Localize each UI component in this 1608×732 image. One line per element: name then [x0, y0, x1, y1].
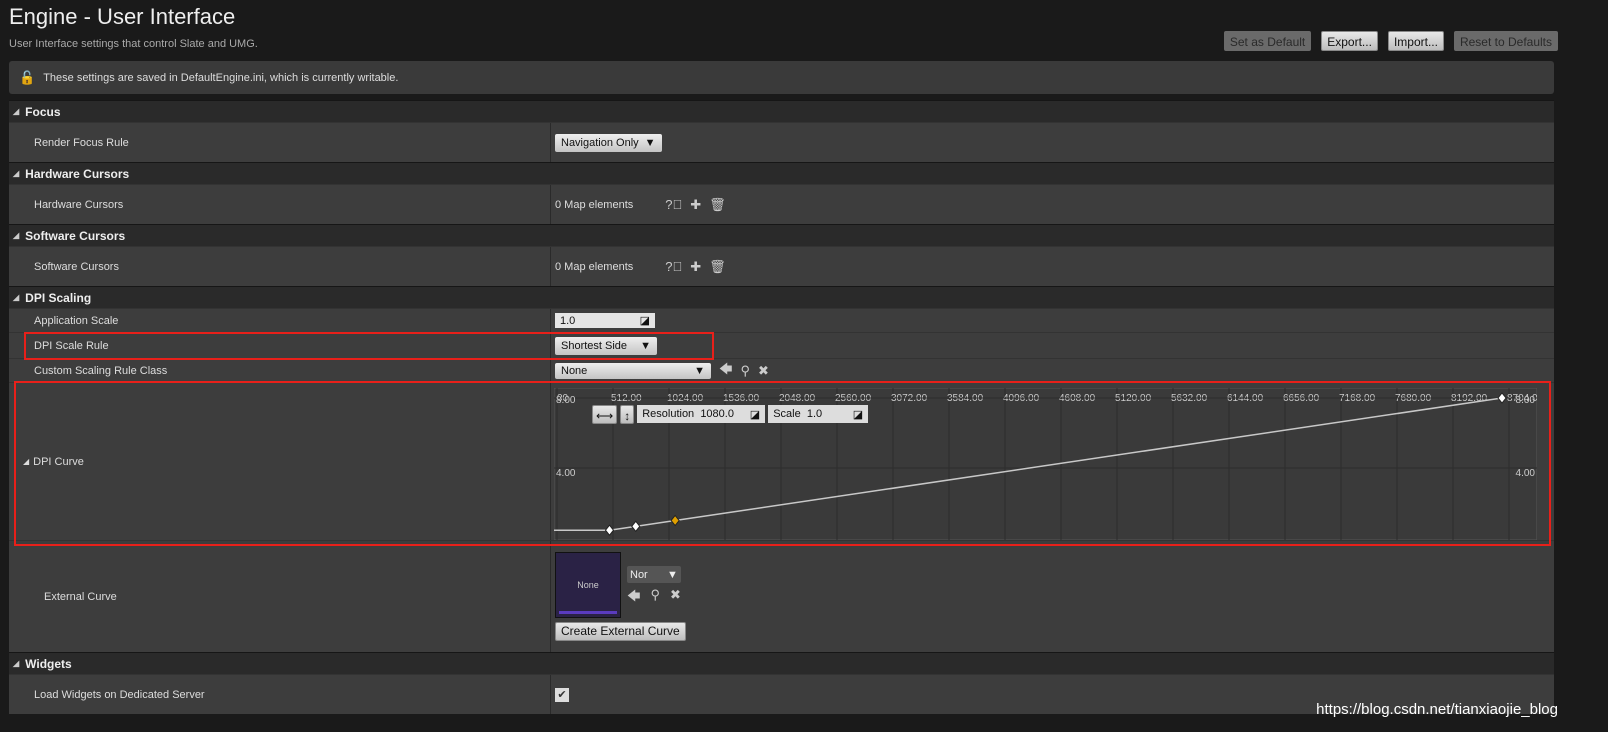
- render-focus-rule-dropdown[interactable]: Navigation Only ▼: [555, 133, 662, 152]
- label: Hardware Cursors: [9, 185, 551, 224]
- load-widgets-checkbox[interactable]: ✔: [555, 687, 569, 702]
- category-hardware-cursors[interactable]: ◢ Hardware Cursors: [9, 162, 1554, 184]
- fit-horizontal-icon[interactable]: ⟷: [592, 405, 618, 424]
- use-selected-arrow-icon[interactable]: 🡄: [719, 360, 732, 382]
- fit-vertical-icon[interactable]: ↕: [620, 405, 635, 424]
- thumbnail-text: None: [577, 580, 599, 590]
- dpi-curve-label-cell: ◢ DPI Curve: [9, 383, 551, 540]
- y-tick-label: 4.00: [556, 468, 576, 479]
- import-button[interactable]: Import...: [1387, 31, 1444, 51]
- y-tick-label-right: 8.00: [1516, 395, 1536, 406]
- value: Navigation Only: [561, 136, 639, 149]
- map-count: 0 Map elements: [555, 198, 634, 211]
- trash-icon[interactable]: 🗑: [709, 197, 726, 213]
- category-title: Widgets: [25, 656, 72, 671]
- help-icon[interactable]: ?⃝: [665, 259, 682, 274]
- scale-label: Scale: [773, 408, 801, 420]
- custom-rule-class-dropdown[interactable]: None ▼: [555, 362, 711, 379]
- key-resolution-input[interactable]: Resolution 1080.0 ◪: [637, 405, 766, 423]
- watermark: https://blog.csdn.net/tianxiaojie_blog: [1316, 701, 1558, 718]
- category-focus[interactable]: ◢ Focus: [9, 100, 1554, 122]
- label: DPI Curve: [33, 455, 84, 468]
- browse-icon[interactable]: ⚲: [740, 363, 750, 379]
- application-scale-input[interactable]: 1.0 ◪: [555, 313, 655, 328]
- label: Render Focus Rule: [9, 123, 551, 162]
- drag-icon: ◪: [852, 408, 864, 421]
- label: DPI Scale Rule: [9, 333, 551, 358]
- category-title: Focus: [25, 104, 61, 119]
- value: 1.0: [560, 314, 576, 327]
- reset-to-defaults-button[interactable]: Reset to Defaults: [1453, 31, 1558, 51]
- external-curve-thumbnail[interactable]: None: [555, 552, 621, 618]
- clear-icon[interactable]: ✖: [758, 363, 769, 379]
- value: None: [561, 364, 588, 377]
- resolution-value: 1080.0: [700, 408, 734, 420]
- category-title: Hardware Cursors: [25, 166, 130, 181]
- collapse-icon: ◢: [13, 231, 20, 240]
- add-icon[interactable]: ✚: [690, 197, 701, 213]
- resolution-label: Resolution: [642, 408, 695, 420]
- category-title: DPI Scaling: [25, 290, 92, 305]
- chevron-down-icon: ▼: [644, 136, 656, 149]
- dpi-scale-rule-dropdown[interactable]: Shortest Side ▼: [555, 336, 657, 355]
- collapse-icon: ◢: [13, 169, 20, 178]
- category-widgets[interactable]: ◢ Widgets: [9, 652, 1554, 674]
- use-selected-arrow-icon[interactable]: 🡄: [627, 587, 640, 609]
- label: Application Scale: [9, 309, 551, 332]
- notice-text: These settings are saved in DefaultEngin…: [43, 71, 399, 84]
- curve-toolbar: ⟷ ↕ Resolution 1080.0 ◪ Scale 1.0 ◪: [592, 405, 869, 424]
- collapse-icon: ◢: [13, 293, 20, 302]
- external-curve-dropdown[interactable]: Nor ▼: [627, 566, 681, 583]
- label: Load Widgets on Dedicated Server: [9, 675, 551, 714]
- create-external-curve-button[interactable]: Create External Curve: [555, 622, 686, 641]
- chevron-down-icon: ▼: [666, 568, 678, 581]
- collapse-icon: ◢: [13, 107, 20, 116]
- page-title: Engine - User Interface: [9, 4, 236, 29]
- value: Nor: [630, 568, 648, 581]
- key-scale-input[interactable]: Scale 1.0 ◪: [768, 405, 869, 423]
- scale-value: 1.0: [806, 408, 823, 420]
- chevron-down-icon: ▼: [694, 364, 705, 377]
- config-notice: 🔓 These settings are saved in DefaultEng…: [9, 61, 1554, 94]
- unlock-icon: 🔓: [19, 69, 36, 85]
- export-button[interactable]: Export...: [1321, 31, 1378, 51]
- drag-icon: ◪: [749, 408, 761, 421]
- y-tick-label-right: 4.00: [1516, 468, 1536, 479]
- collapse-icon: ◢: [13, 659, 20, 668]
- category-software-cursors[interactable]: ◢ Software Cursors: [9, 224, 1554, 246]
- label: Custom Scaling Rule Class: [9, 359, 551, 382]
- category-dpi-scaling[interactable]: ◢ DPI Scaling: [9, 286, 1554, 308]
- set-as-default-button[interactable]: Set as Default: [1223, 31, 1312, 51]
- label: Software Cursors: [9, 247, 551, 286]
- y-tick-label: 8.00: [556, 395, 576, 406]
- clear-icon[interactable]: ✖: [670, 587, 681, 609]
- trash-icon[interactable]: 🗑: [709, 259, 726, 275]
- map-count: 0 Map elements: [555, 260, 634, 273]
- browse-icon[interactable]: ⚲: [650, 587, 660, 609]
- collapse-icon[interactable]: ◢: [23, 457, 29, 466]
- help-icon[interactable]: ?⃝: [665, 197, 682, 212]
- value: Shortest Side: [561, 339, 628, 352]
- label: External Curve: [9, 541, 551, 652]
- category-title: Software Cursors: [25, 228, 126, 243]
- chevron-down-icon: ▼: [640, 339, 651, 352]
- drag-icon: ◪: [639, 315, 650, 327]
- add-icon[interactable]: ✚: [690, 259, 701, 275]
- page-subtitle: User Interface settings that control Sla…: [9, 38, 258, 50]
